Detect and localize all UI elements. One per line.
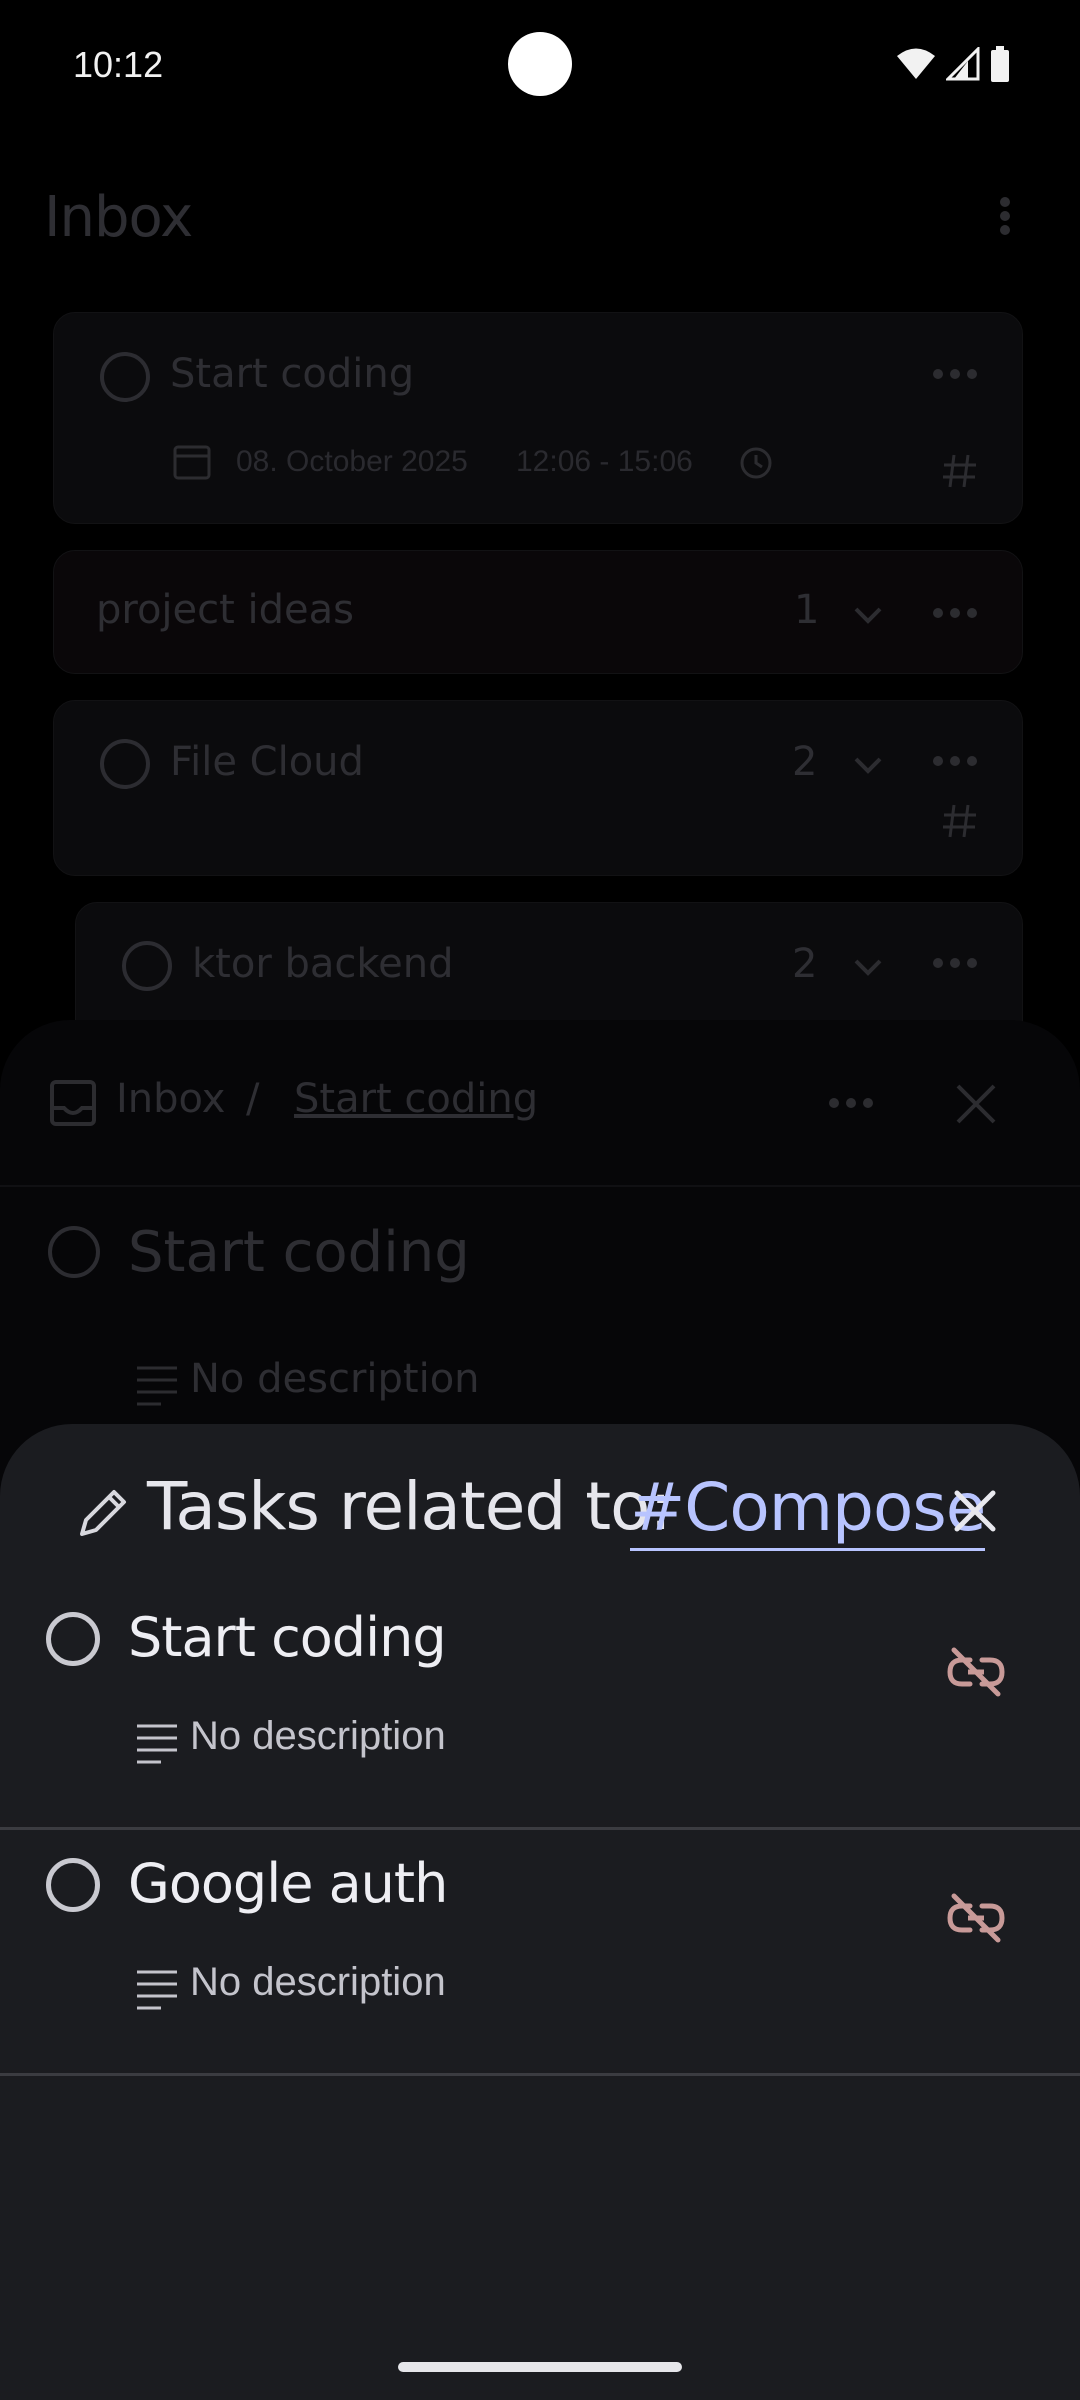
screen: 10:12 Inbox Start coding 08. October 202… [0, 0, 1080, 2400]
wifi-icon [897, 48, 935, 79]
more-horiz-icon[interactable] [932, 957, 978, 969]
task-title: Start coding [128, 1606, 447, 1669]
task-checkbox[interactable] [100, 352, 150, 402]
status-icons [896, 44, 1010, 84]
breadcrumb-separator: / [246, 1076, 260, 1122]
battery-icon [991, 46, 1009, 82]
task-card[interactable]: File Cloud 2 [53, 700, 1023, 876]
task-title: Start coding [128, 1220, 470, 1285]
task-description: No description [190, 1714, 446, 1758]
link-off-icon[interactable] [946, 1888, 1006, 1948]
subtask-count: 2 [792, 739, 818, 785]
tag-icon [943, 804, 976, 838]
description-icon [137, 1724, 177, 1764]
status-bar: 10:12 [0, 0, 1080, 130]
home-indicator[interactable] [398, 2362, 682, 2372]
more-vert-icon[interactable] [990, 190, 1020, 250]
subtask-count: 1 [794, 587, 820, 633]
subtask-count: 2 [792, 941, 818, 987]
list-item[interactable]: Start coding No description [0, 1584, 1080, 1830]
inbox-icon [50, 1080, 96, 1126]
sheet-title: Tasks related to: [147, 1468, 672, 1545]
chevron-down-icon[interactable] [848, 595, 888, 635]
task-description: No description [190, 1960, 446, 2004]
task-title: Start coding [170, 351, 415, 397]
task-checkbox[interactable] [46, 1612, 100, 1666]
breadcrumb-root[interactable]: Inbox [116, 1076, 225, 1122]
related-tasks-sheet: Tasks related to: #Compose Start coding … [0, 1424, 1080, 2400]
breadcrumb-current[interactable]: Start coding [294, 1076, 538, 1122]
task-title: ktor backend [192, 941, 454, 987]
signal-icon [946, 47, 980, 81]
task-checkbox[interactable] [46, 1858, 100, 1912]
task-time-range: 12:06 - 15:06 [516, 445, 693, 478]
link-off-icon[interactable] [946, 1642, 1006, 1702]
chevron-down-icon[interactable] [848, 745, 888, 785]
more-horiz-icon[interactable] [932, 755, 978, 767]
task-checkbox[interactable] [48, 1226, 100, 1278]
close-icon[interactable] [954, 1082, 998, 1126]
task-card[interactable]: Start coding 08. October 2025 12:06 - 15… [53, 312, 1023, 524]
divider [0, 1185, 1080, 1187]
close-icon[interactable] [948, 1484, 1002, 1538]
project-title: project ideas [96, 587, 355, 633]
chevron-down-icon[interactable] [848, 947, 888, 987]
app-title: Inbox [44, 185, 193, 250]
more-horiz-icon[interactable] [932, 607, 978, 619]
more-horiz-icon[interactable] [828, 1097, 874, 1109]
task-title: File Cloud [170, 739, 364, 785]
status-time: 10:12 [73, 44, 164, 85]
list-item[interactable]: Google auth No description [0, 1830, 1080, 2076]
task-date: 08. October 2025 [236, 445, 468, 478]
task-description: No description [190, 1356, 480, 1402]
project-card[interactable]: project ideas 1 [53, 550, 1023, 674]
alarm-icon [740, 447, 772, 479]
task-title: Google auth [128, 1852, 448, 1915]
description-icon [137, 1970, 177, 2010]
edit-icon[interactable] [76, 1484, 132, 1540]
calendar-icon [173, 445, 211, 480]
task-checkbox[interactable] [100, 739, 150, 789]
camera-cutout [508, 32, 572, 96]
tag-icon [943, 454, 976, 488]
task-checkbox[interactable] [122, 941, 172, 991]
description-icon [137, 1366, 177, 1406]
tag-link[interactable]: #Compose [630, 1468, 986, 1551]
more-horiz-icon[interactable] [932, 368, 978, 380]
